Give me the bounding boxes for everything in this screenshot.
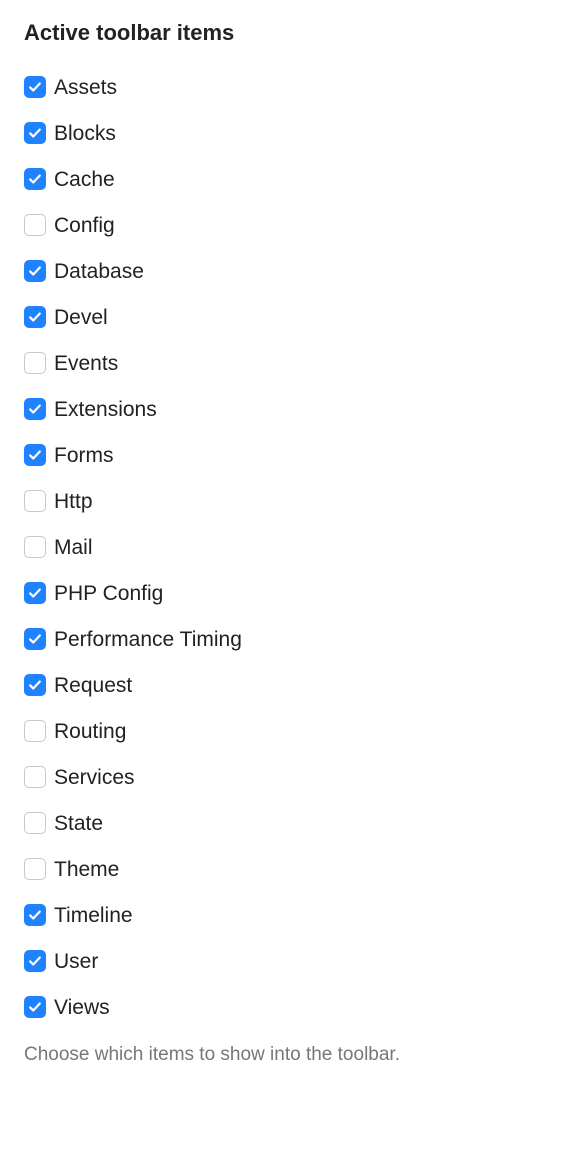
checkbox-row[interactable]: Assets	[24, 64, 546, 110]
checkbox[interactable]	[24, 168, 46, 190]
checkbox[interactable]	[24, 904, 46, 926]
checkbox-label: Theme	[54, 859, 119, 880]
checkbox-row[interactable]: Cache	[24, 156, 546, 202]
checkmark-icon	[28, 632, 42, 646]
checkbox[interactable]	[24, 352, 46, 374]
checkmark-icon	[28, 908, 42, 922]
checkbox-row[interactable]: Devel	[24, 294, 546, 340]
checkbox[interactable]	[24, 260, 46, 282]
checkbox[interactable]	[24, 720, 46, 742]
checkmark-icon	[28, 448, 42, 462]
checkbox-label: Extensions	[54, 399, 157, 420]
checkmark-icon	[28, 310, 42, 324]
checkmark-icon	[28, 126, 42, 140]
checkbox-label: State	[54, 813, 103, 834]
checkbox-label: Http	[54, 491, 93, 512]
checkbox-row[interactable]: Extensions	[24, 386, 546, 432]
checkbox[interactable]	[24, 444, 46, 466]
checkbox-label: Timeline	[54, 905, 133, 926]
checkbox-row[interactable]: Theme	[24, 846, 546, 892]
checkbox-row[interactable]: Views	[24, 984, 546, 1030]
checkmark-icon	[28, 954, 42, 968]
checkbox-label: Routing	[54, 721, 126, 742]
checkmark-icon	[28, 402, 42, 416]
checkbox[interactable]	[24, 812, 46, 834]
checkbox[interactable]	[24, 398, 46, 420]
checkbox-label: Services	[54, 767, 135, 788]
checkbox-row[interactable]: Blocks	[24, 110, 546, 156]
checkbox-label: Config	[54, 215, 115, 236]
checkbox-label: Performance Timing	[54, 629, 242, 650]
checkbox-label: Blocks	[54, 123, 116, 144]
checkbox-row[interactable]: State	[24, 800, 546, 846]
checkbox-row[interactable]: Http	[24, 478, 546, 524]
checkmark-icon	[28, 264, 42, 278]
checkbox[interactable]	[24, 306, 46, 328]
checkbox-row[interactable]: Performance Timing	[24, 616, 546, 662]
checkbox-label: Assets	[54, 77, 117, 98]
checkbox-row[interactable]: Timeline	[24, 892, 546, 938]
checkbox[interactable]	[24, 122, 46, 144]
checkbox[interactable]	[24, 490, 46, 512]
checkbox[interactable]	[24, 858, 46, 880]
checkbox[interactable]	[24, 766, 46, 788]
checkbox-label: Request	[54, 675, 132, 696]
checkbox[interactable]	[24, 76, 46, 98]
checkmark-icon	[28, 80, 42, 94]
checkbox-row[interactable]: Events	[24, 340, 546, 386]
checkbox-row[interactable]: Services	[24, 754, 546, 800]
section-title: Active toolbar items	[24, 20, 546, 46]
checkmark-icon	[28, 678, 42, 692]
checkbox-label: Cache	[54, 169, 115, 190]
checkbox[interactable]	[24, 674, 46, 696]
checkbox-label: Mail	[54, 537, 93, 558]
checkbox-label: Devel	[54, 307, 108, 328]
checkbox-label: PHP Config	[54, 583, 163, 604]
checkbox-row[interactable]: PHP Config	[24, 570, 546, 616]
checkbox-row[interactable]: Forms	[24, 432, 546, 478]
checkmark-icon	[28, 586, 42, 600]
checkbox[interactable]	[24, 582, 46, 604]
checkbox-label: Events	[54, 353, 118, 374]
checkbox[interactable]	[24, 628, 46, 650]
checkbox-label: Forms	[54, 445, 114, 466]
checkbox-label: Views	[54, 997, 110, 1018]
checkbox-label: Database	[54, 261, 144, 282]
checkbox[interactable]	[24, 214, 46, 236]
checkbox-row[interactable]: Database	[24, 248, 546, 294]
checkbox-row[interactable]: Config	[24, 202, 546, 248]
checkbox-row[interactable]: User	[24, 938, 546, 984]
checkbox-row[interactable]: Request	[24, 662, 546, 708]
help-text: Choose which items to show into the tool…	[24, 1044, 546, 1066]
checkbox[interactable]	[24, 996, 46, 1018]
checkbox-row[interactable]: Routing	[24, 708, 546, 754]
checkbox-list: Assets Blocks Cache Config Database Devel Even…	[24, 64, 546, 1030]
checkmark-icon	[28, 1000, 42, 1014]
checkbox[interactable]	[24, 950, 46, 972]
checkbox[interactable]	[24, 536, 46, 558]
checkbox-row[interactable]: Mail	[24, 524, 546, 570]
checkmark-icon	[28, 172, 42, 186]
checkbox-label: User	[54, 951, 98, 972]
